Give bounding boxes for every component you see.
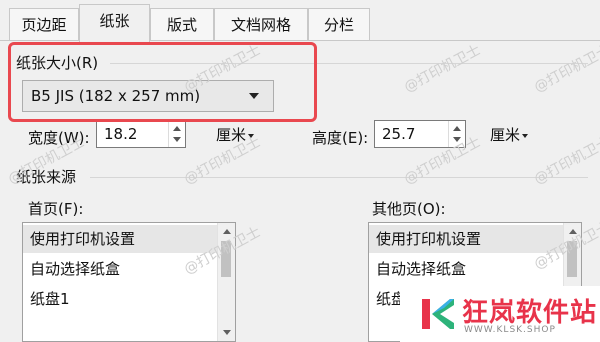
other-pages-label: 其他页(O): bbox=[372, 200, 446, 218]
tab-margins[interactable]: 页边距 bbox=[9, 8, 79, 41]
tab-label: 版式 bbox=[166, 16, 197, 34]
highlight-box bbox=[8, 42, 317, 122]
arrow-up-icon[interactable] bbox=[173, 126, 181, 131]
logo-icon bbox=[422, 299, 454, 329]
scrollbar[interactable] bbox=[217, 223, 235, 341]
scroll-thumb[interactable] bbox=[567, 241, 577, 277]
list-item[interactable]: 自动选择纸盒 bbox=[369, 255, 565, 283]
width-value: 18.2 bbox=[104, 125, 138, 143]
height-value: 25.7 bbox=[382, 125, 416, 143]
width-unit: 厘米 bbox=[216, 126, 247, 144]
arrow-up-icon[interactable] bbox=[453, 126, 461, 131]
watermark: @打印机卫士 bbox=[401, 42, 484, 96]
first-page-listbox[interactable]: 使用打印机设置 自动选择纸盒 纸盘1 bbox=[22, 222, 236, 342]
tab-columns[interactable]: 分栏 bbox=[308, 8, 370, 41]
width-spinbox[interactable]: 18.2 bbox=[96, 120, 186, 148]
tab-strip: 页边距 纸张 版式 文档网格 分栏 bbox=[0, 0, 600, 42]
logo-name: 狂岚软件站 bbox=[462, 298, 598, 328]
tab-document-grid[interactable]: 文档网格 bbox=[214, 8, 308, 41]
watermark: @打印机卫士 bbox=[531, 42, 600, 96]
chevron-down-icon bbox=[248, 133, 255, 138]
height-spinbox[interactable]: 25.7 bbox=[374, 120, 466, 148]
arrow-up-icon[interactable] bbox=[569, 229, 577, 234]
height-unit-dropdown[interactable]: 厘米 bbox=[490, 124, 529, 145]
list-item[interactable]: 自动选择纸盒 bbox=[23, 255, 219, 283]
list-item[interactable]: 纸盘1 bbox=[23, 285, 219, 313]
list-item[interactable]: 使用打印机设置 bbox=[369, 225, 565, 253]
arrow-down-icon[interactable] bbox=[173, 137, 181, 142]
width-unit-dropdown[interactable]: 厘米 bbox=[216, 124, 255, 145]
site-logo-badge: 狂岚软件站 WWW.KLSK.SHOP bbox=[400, 286, 600, 342]
section-divider bbox=[90, 177, 588, 178]
arrow-down-icon[interactable] bbox=[223, 330, 231, 335]
height-stepper[interactable] bbox=[448, 121, 465, 147]
chevron-down-icon bbox=[522, 133, 529, 138]
tab-label: 文档网格 bbox=[230, 16, 291, 34]
height-label: 高度(E): bbox=[312, 129, 369, 147]
tab-layout[interactable]: 版式 bbox=[150, 8, 214, 41]
width-label: 宽度(W): bbox=[28, 129, 90, 147]
tab-label: 分栏 bbox=[323, 16, 354, 34]
logo-url: WWW.KLSK.SHOP bbox=[464, 325, 556, 335]
tab-paper[interactable]: 纸张 bbox=[79, 4, 150, 42]
arrow-down-icon[interactable] bbox=[453, 137, 461, 142]
first-page-label: 首页(F): bbox=[28, 200, 84, 218]
paper-source-section-title: 纸张来源 bbox=[16, 168, 77, 186]
height-unit: 厘米 bbox=[490, 126, 521, 144]
list-item[interactable]: 使用打印机设置 bbox=[23, 225, 219, 253]
watermark: @打印机卫士 bbox=[531, 134, 600, 188]
tab-label: 纸张 bbox=[99, 12, 130, 30]
width-stepper[interactable] bbox=[168, 121, 185, 147]
scroll-thumb[interactable] bbox=[221, 241, 231, 277]
arrow-up-icon[interactable] bbox=[223, 229, 231, 234]
tab-label: 页边距 bbox=[21, 16, 67, 34]
